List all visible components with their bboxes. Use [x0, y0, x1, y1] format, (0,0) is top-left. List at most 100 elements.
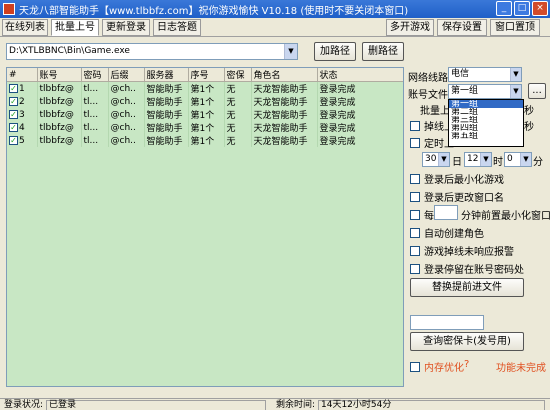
tab-save-settings[interactable]: 保存设置	[437, 19, 487, 36]
col-header-suffix[interactable]: 后缀	[108, 68, 145, 82]
network-value: 电信	[451, 69, 470, 79]
rename-after-login-label: 登录后更改窗口名	[424, 193, 504, 204]
account-table[interactable]: # 账号 密码 后缀 服务器 序号 密保 角色名 状态 ✓ 1 tlbbfz@ tl.…	[6, 67, 404, 387]
tab-update-login[interactable]: 更新登录	[102, 19, 150, 36]
maximize-button[interactable]: □	[514, 1, 530, 16]
tab-multi-open[interactable]: 多开游戏	[386, 19, 434, 36]
tab-batch-login[interactable]: 批量上号	[51, 19, 99, 36]
day-unit: 日	[452, 157, 462, 168]
dropdown-option[interactable]: 第一组	[449, 100, 523, 108]
col-header-role[interactable]: 角色名	[251, 68, 318, 82]
hour-select[interactable]: 12 ▼	[464, 152, 492, 167]
network-label: 网络线路	[408, 73, 448, 84]
game-path-combo[interactable]: D:\XTLBBNC\Bin\Game.exe ▼	[6, 43, 298, 60]
checkbox[interactable]	[410, 245, 420, 256]
row-number: 3	[19, 109, 25, 120]
col-header-server[interactable]: 服务器	[144, 68, 189, 82]
feature-status-text: 功能未完成	[496, 363, 546, 374]
checkbox[interactable]	[410, 227, 420, 238]
row-checkbox[interactable]: ✓	[9, 109, 18, 119]
checkbox[interactable]	[410, 120, 420, 131]
row-num: ✓ 2	[7, 95, 38, 108]
index-cell: 第1个	[188, 95, 225, 108]
account-file-select[interactable]: 第一组 ▼	[448, 84, 522, 99]
close-button[interactable]: ×	[532, 1, 548, 16]
help-question-link[interactable]: ?	[464, 359, 469, 370]
checkbox[interactable]	[410, 137, 420, 148]
minimize-button[interactable]: _	[496, 1, 512, 16]
status-cell: 登录完成	[317, 95, 403, 108]
col-header-account[interactable]: 账号	[37, 68, 82, 82]
checkbox[interactable]	[410, 263, 420, 274]
col-header-num[interactable]: #	[7, 68, 38, 82]
role-cell: 天龙智能助手	[251, 108, 318, 121]
server-cell: 智能助手	[144, 95, 189, 108]
table-row[interactable]: ✓ 3 tlbbfz@ tl... @ch.. 智能助手 第1个无天龙智能助手 登录完成	[7, 108, 403, 121]
status-cell: 登录完成	[317, 134, 403, 147]
replace-file-button[interactable]: 替换提前进文件	[410, 278, 524, 297]
row-checkbox[interactable]: ✓	[9, 83, 18, 93]
row-number: 2	[19, 96, 25, 107]
checkbox[interactable]	[410, 209, 420, 220]
remain-time-label: 剩余时间:	[276, 400, 316, 410]
dropdown-option[interactable]: 第四组	[449, 124, 523, 132]
checkbox[interactable]	[410, 361, 420, 372]
delete-path-button[interactable]: 删路径	[362, 42, 404, 61]
chevron-down-icon[interactable]: ▼	[510, 85, 521, 98]
day-select[interactable]: 30 ▼	[422, 152, 450, 167]
dropdown-option[interactable]: 第五组	[449, 132, 523, 140]
secret-cell: 无	[224, 121, 252, 134]
chevron-down-icon[interactable]: ▼	[284, 44, 297, 59]
alarm-check[interactable]: 游戏掉线未响应报警	[410, 243, 514, 258]
row-checkbox[interactable]: ✓	[9, 96, 18, 106]
account-file-value: 第一组	[451, 86, 479, 96]
chevron-down-icon[interactable]: ▼	[438, 153, 449, 166]
table-row[interactable]: ✓ 2 tlbbfz@ tl... @ch.. 智能助手 第1个无天龙智能助手 登录完成	[7, 95, 403, 108]
checkbox[interactable]	[410, 191, 420, 202]
row-checkbox[interactable]: ✓	[9, 135, 18, 145]
browse-file-button[interactable]: ...	[528, 83, 546, 99]
col-header-password[interactable]: 密码	[81, 68, 109, 82]
rename-after-login-check[interactable]: 登录后更改窗口名	[410, 189, 504, 204]
minute-select[interactable]: 0 ▼	[504, 152, 532, 167]
table-row[interactable]: ✓ 1 tlbbfz@ tl... @ch.. 智能助手 第1个无天龙智能助手 登录完成	[7, 81, 403, 95]
card-input[interactable]	[410, 315, 484, 330]
checkbox[interactable]	[410, 173, 420, 184]
minute-unit: 分	[533, 157, 543, 168]
minimize-after-login-check[interactable]: 登录后最小化游戏	[410, 171, 504, 186]
status-cell: 登录完成	[317, 121, 403, 134]
batch-seconds-unit: 秒	[524, 106, 534, 117]
tab-online-list[interactable]: 在线列表	[2, 19, 48, 36]
row-num: ✓ 5	[7, 134, 38, 147]
col-header-index[interactable]: 序号	[188, 68, 225, 82]
query-card-button[interactable]: 查询密保卡(发号用)	[410, 332, 524, 351]
every-minutes-check[interactable]: 每	[410, 207, 434, 222]
minimize-after-login-label: 登录后最小化游戏	[424, 175, 504, 186]
chevron-down-icon[interactable]: ▼	[480, 153, 491, 166]
chevron-down-icon[interactable]: ▼	[510, 68, 521, 81]
col-header-status[interactable]: 状态	[317, 68, 403, 82]
table-row[interactable]: ✓ 4 tlbbfz@ tl... @ch.. 智能助手 第1个无天龙智能助手 登录完成	[7, 121, 403, 134]
dropdown-option[interactable]: 第三组	[449, 116, 523, 124]
network-select[interactable]: 电信 ▼	[448, 67, 522, 82]
role-cell: 天龙智能助手	[251, 81, 318, 95]
mem-optimize-check[interactable]: 内存优化	[410, 359, 464, 374]
every-prefix: 每	[424, 211, 434, 222]
dropdown-option[interactable]: 第二组	[449, 108, 523, 116]
add-path-button[interactable]: 加路径	[314, 42, 356, 61]
password-cell: tl...	[81, 95, 109, 108]
tab-window-top[interactable]: 窗口置顶	[490, 19, 540, 36]
table-row[interactable]: ✓ 5 tlbbfz@ tl... @ch.. 智能助手 第1个无天龙智能助手 登录完成	[7, 134, 403, 147]
stop-at-account-check[interactable]: 登录停留在账号密码处	[410, 261, 524, 276]
password-cell: tl...	[81, 121, 109, 134]
every-minutes-input[interactable]	[434, 205, 458, 220]
row-number: 4	[19, 122, 25, 133]
row-checkbox[interactable]: ✓	[9, 122, 18, 132]
col-header-secret[interactable]: 密保	[224, 68, 252, 82]
title-bar: 天龙八部智能助手【www.tlbbfz.com】祝你游戏愉快 V10.18 (使…	[0, 0, 550, 18]
tab-log-answer[interactable]: 日志答题	[153, 19, 201, 36]
row-number: 1	[19, 83, 25, 94]
auto-create-role-check[interactable]: 自动创建角色	[410, 225, 484, 240]
every-suffix: 分钟前置最小化窗口	[461, 211, 550, 222]
chevron-down-icon[interactable]: ▼	[520, 153, 531, 166]
